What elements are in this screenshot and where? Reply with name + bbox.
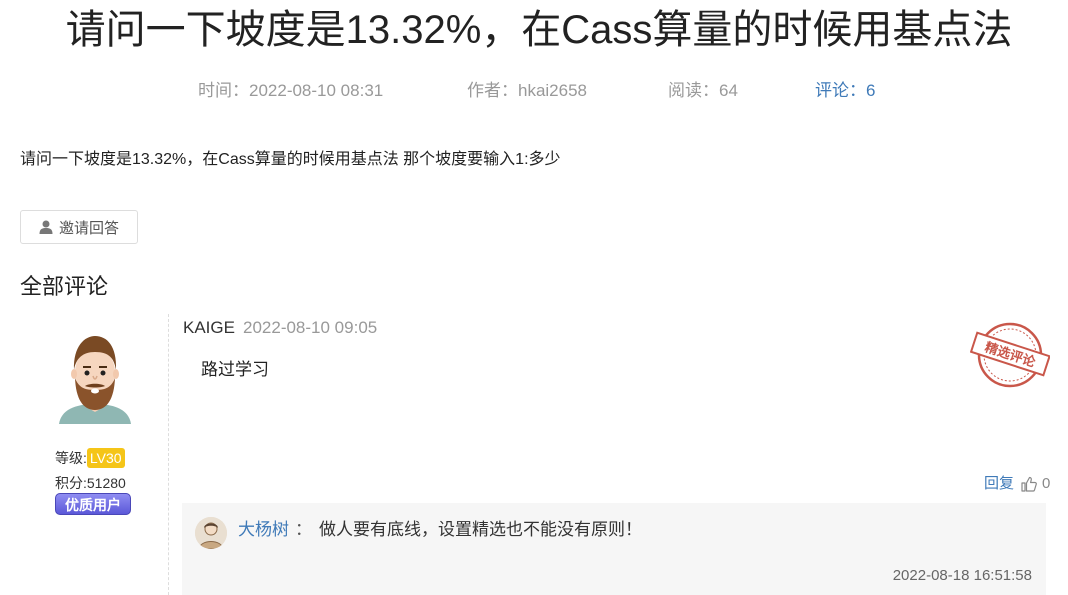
reply-text: 做人要有底线，设置精选也不能没有原则！: [319, 520, 642, 539]
comment-author[interactable]: KAIGE: [183, 317, 235, 339]
meta-author: 作者：hkai2658: [467, 80, 587, 102]
meta-time: 时间：2022-08-10 08:31: [198, 80, 383, 102]
thumbs-up-icon: [1021, 476, 1037, 492]
user-icon: [39, 220, 53, 234]
reply-item: 大杨树 ： 做人要有底线，设置精选也不能没有原则！ 2022-08-18 16:…: [182, 503, 1046, 595]
meta-author-label: 作者：: [467, 81, 518, 100]
like-count: 0: [1042, 475, 1051, 492]
level-badge: LV30: [86, 448, 125, 468]
level-label: 等级:: [55, 450, 87, 466]
avatar[interactable]: [55, 328, 135, 428]
meta-views: 阅读：64: [668, 80, 738, 102]
comment-time: 2022-08-10 09:05: [243, 318, 378, 337]
like-button[interactable]: 0: [1021, 474, 1050, 494]
invite-answer-label: 邀请回答: [58, 219, 119, 237]
reply-colon: ：: [295, 520, 312, 539]
meta-comments[interactable]: 评论：6: [815, 80, 875, 102]
reply-time: 2022-08-18 16:51:58: [892, 567, 1032, 584]
meta-time-label: 时间：: [198, 81, 249, 100]
meta-comments-value: 6: [866, 81, 876, 100]
question-text: 请问一下坡度是13.32%，在Cass算量的时候用基点法 那个坡度要输入1:多少: [20, 151, 561, 168]
quality-user-badge: 优质用户: [55, 493, 131, 515]
reply-avatar[interactable]: [195, 517, 227, 549]
invite-answer-button[interactable]: 邀请回答: [20, 210, 138, 244]
user-score: 积分:51280: [55, 475, 126, 491]
comment-body: 路过学习: [201, 360, 269, 379]
article-title: 请问一下坡度是13.32%，在Cass算量的时候用基点法: [65, 8, 1013, 52]
meta-views-label: 阅读：: [668, 81, 719, 100]
reply-button[interactable]: 回复: [984, 474, 1014, 494]
featured-comment-stamp: 精选评论: [970, 322, 1050, 388]
meta-time-value: 2022-08-10 08:31: [249, 81, 384, 100]
comments-section-title: 全部评论: [20, 274, 109, 299]
meta-views-value: 64: [719, 81, 738, 100]
reply-username[interactable]: 大杨树: [238, 519, 289, 541]
meta-author-value: hkai2658: [518, 81, 588, 100]
meta-comments-label: 评论：: [815, 81, 866, 100]
comment-divider: [168, 314, 169, 595]
user-level: 等级: LV30: [55, 448, 125, 468]
